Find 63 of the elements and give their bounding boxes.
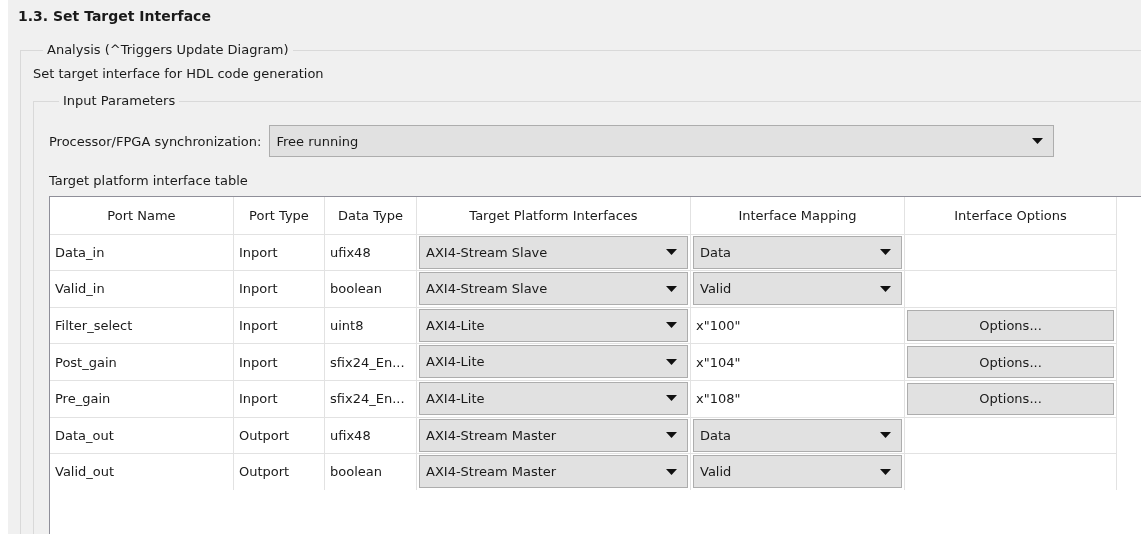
caret-icon [1032, 138, 1044, 144]
table-cell: Valid_in [50, 270, 234, 307]
table-cell: sfix24_En... [325, 379, 417, 417]
table-cell: boolean [325, 453, 417, 490]
caret-icon [666, 285, 677, 292]
table-cell: Inport [234, 306, 325, 344]
table-cell: Data_in [50, 233, 234, 271]
caret-icon [666, 358, 677, 365]
interface-dropdown[interactable]: AXI4-Stream Slave [419, 272, 688, 306]
mapping-dropdown[interactable]: Data [693, 235, 902, 269]
table-cell: Data_out [50, 416, 234, 454]
group-legend: Input Parameters [59, 93, 180, 108]
caret-icon [880, 285, 891, 292]
table-cell: uint8 [325, 306, 417, 344]
section-title: 1.3. Set Target Interface [18, 8, 212, 26]
mapping-field[interactable]: x"104" [691, 343, 905, 380]
column-header: Port Name [50, 197, 234, 234]
column-header: Interface Mapping [691, 197, 905, 234]
table-cell: Outport [234, 416, 325, 454]
mapping-dropdown[interactable]: Valid [693, 455, 902, 489]
table-cell: ufix48 [325, 416, 417, 454]
caret-icon [666, 432, 677, 439]
interface-dropdown[interactable]: AXI4-Stream Slave [419, 235, 688, 269]
interface-dropdown[interactable]: AXI4-Stream Master [419, 418, 688, 452]
column-header: Port Type [234, 197, 325, 234]
options-button[interactable]: Options... [907, 309, 1114, 342]
table-cell: Outport [234, 453, 325, 490]
table-cell: ufix48 [325, 233, 417, 271]
caret-icon [880, 249, 891, 256]
caret-icon [880, 432, 891, 439]
table-cell: Filter_select [50, 306, 234, 344]
caret-icon [880, 468, 891, 475]
mapping-dropdown[interactable]: Valid [693, 272, 902, 306]
description-text: Set target interface for HDL code generation [33, 66, 325, 81]
column-header: Target Platform Interfaces [417, 197, 691, 234]
mapping-field[interactable]: x"100" [691, 306, 905, 344]
mapping-dropdown[interactable]: Data [693, 418, 902, 452]
column-header: Interface Options [905, 197, 1117, 234]
table-cell: Inport [234, 233, 325, 271]
caret-icon [666, 395, 677, 402]
interface-dropdown[interactable]: AXI4-Lite [419, 381, 688, 415]
interface-dropdown[interactable]: AXI4-Stream Master [419, 455, 688, 489]
table-cell: Inport [234, 343, 325, 380]
table-cell: Inport [234, 270, 325, 307]
interface-dropdown[interactable]: AXI4-Lite [419, 345, 688, 379]
column-header: Data Type [325, 197, 417, 234]
mapping-field[interactable]: x"108" [691, 379, 905, 417]
table-label: Target platform interface table [49, 173, 249, 188]
table-cell: sfix24_En... [325, 343, 417, 380]
table-cell: Inport [234, 379, 325, 417]
table-cell: Pre_gain [50, 379, 234, 417]
field-label: Processor/FPGA synchronization: [49, 133, 262, 149]
caret-icon [666, 249, 677, 256]
caret-icon [666, 322, 677, 329]
caret-icon [666, 468, 677, 475]
group-legend: Analysis (^Triggers Update Diagram) [43, 42, 293, 57]
options-button[interactable]: Options... [907, 346, 1114, 378]
table-cell: Valid_out [50, 453, 234, 490]
sync-dropdown[interactable]: Free running [269, 125, 1055, 157]
table-cell: Post_gain [50, 343, 234, 380]
table-cell: boolean [325, 270, 417, 307]
interface-dropdown[interactable]: AXI4-Lite [419, 308, 688, 342]
options-button[interactable]: Options... [907, 382, 1114, 415]
